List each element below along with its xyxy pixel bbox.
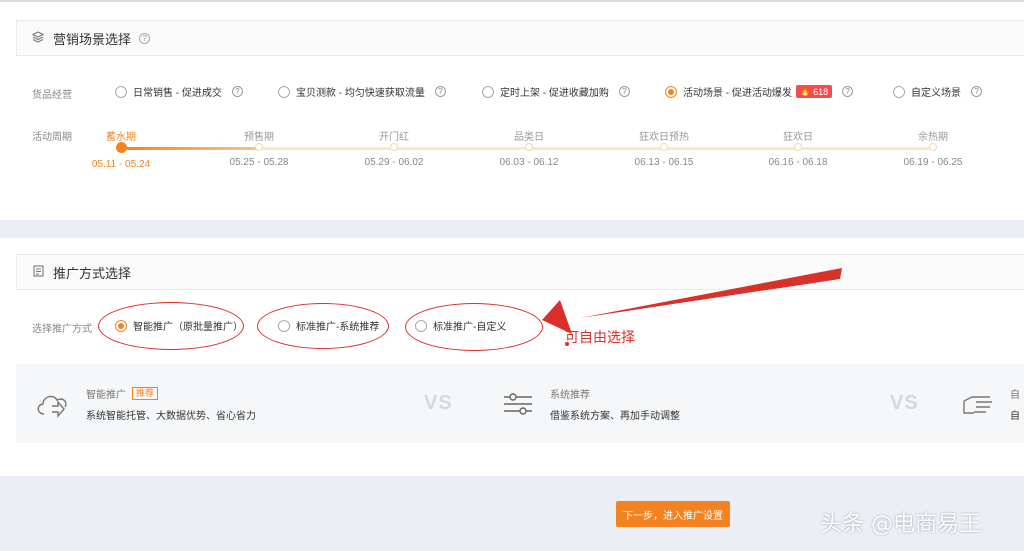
compare-smart-desc: 系统智能托管、大数据优势、省心省力 <box>86 410 256 422</box>
annotation-text: 可自由选择 <box>565 330 635 346</box>
compare-custom: 自 自 <box>958 364 1020 443</box>
cloud-icon <box>34 384 74 424</box>
recommend-tag: 推荐 <box>132 386 159 400</box>
compare-system-title: 系统推荐 <box>550 389 590 401</box>
sliders-icon <box>498 384 538 424</box>
annotation-arrow <box>542 268 842 346</box>
vs-label: VS <box>890 392 919 414</box>
compare-smart-title: 智能推广 <box>86 389 126 401</box>
compare-smart: 智能推广 推荐 系统智能托管、大数据优势、省心省力 <box>34 364 256 443</box>
compare-system: 系统推荐 借鉴系统方案、再加手动调整 <box>498 364 680 443</box>
comparison-panel: 智能推广 推荐 系统智能托管、大数据优势、省心省力 VS 系统推荐 借鉴系统方案、… <box>16 364 1024 443</box>
next-step-button[interactable]: 下一步，进入推广设置 <box>616 501 730 527</box>
watermark-text: 头条 @电商易王 <box>820 512 981 537</box>
hand-icon <box>958 384 998 424</box>
vs-label: VS <box>424 392 453 414</box>
compare-custom-desc: 自 <box>1010 410 1020 422</box>
compare-system-desc: 借鉴系统方案、再加手动调整 <box>550 410 680 422</box>
compare-custom-title: 自 <box>1010 389 1020 401</box>
